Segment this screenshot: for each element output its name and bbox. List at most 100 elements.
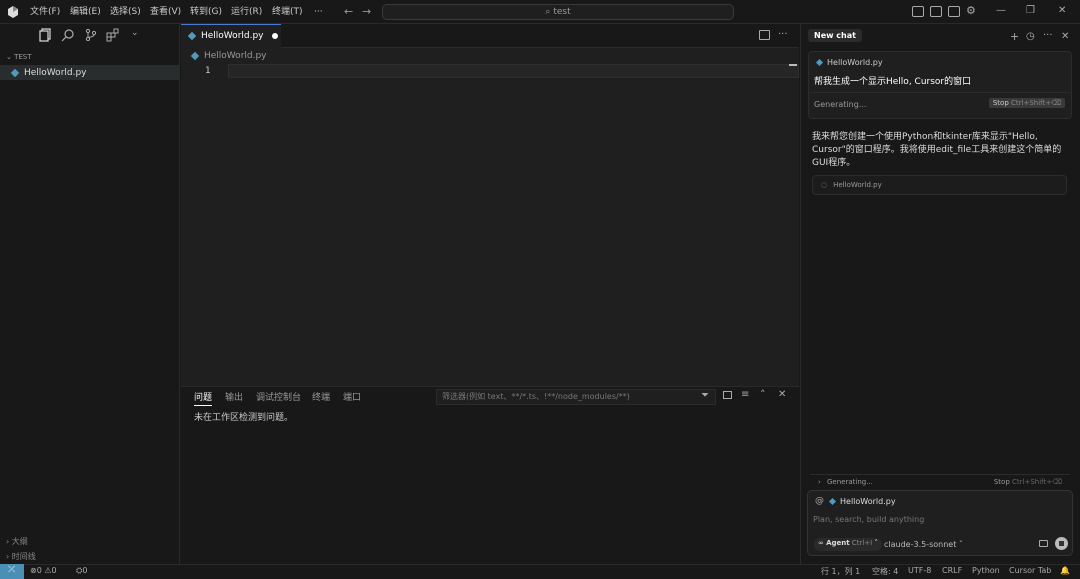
add-chat-icon[interactable]: +: [1010, 30, 1019, 43]
python-file-icon: [190, 51, 200, 60]
cursor-tab-status[interactable]: Cursor Tab: [1009, 566, 1051, 575]
chat-input-box[interactable]: @ HelloWorld.py Plan, search, build anyt…: [807, 490, 1073, 556]
infinity-icon: ∞: [818, 539, 827, 547]
explorer-section-header[interactable]: ⌄ TEST: [6, 53, 32, 61]
stop-square-icon: [1059, 541, 1064, 546]
more-icon[interactable]: ···: [1043, 30, 1053, 41]
python-file-icon: [815, 58, 824, 67]
stop-button[interactable]: Stop Ctrl+Shift+⌫: [988, 98, 1065, 108]
restore-icon[interactable]: ❐: [1026, 5, 1035, 16]
search-text: test: [553, 7, 571, 17]
breadcrumb[interactable]: HelloWorld.py: [190, 51, 267, 61]
input-file-chip[interactable]: HelloWorld.py: [828, 497, 896, 506]
forward-arrow-icon[interactable]: →: [362, 5, 371, 18]
file-name: HelloWorld.py: [24, 68, 87, 78]
collapse-all-icon[interactable]: [723, 391, 732, 399]
bottom-stop-shortcut: Ctrl+Shift+⌫: [1012, 478, 1062, 486]
warning-icon: ⚠: [44, 566, 52, 575]
warning-count: 0: [51, 566, 57, 575]
notifications-bell-icon[interactable]: 🔔: [1060, 566, 1070, 575]
ports-status[interactable]: ⛭0: [76, 566, 88, 576]
maximize-panel-icon[interactable]: ˄: [760, 388, 766, 401]
search-icon[interactable]: [61, 28, 75, 42]
user-message-card[interactable]: HelloWorld.py 帮我生成一个显示Hello, Cursor的窗口 G…: [808, 51, 1072, 119]
bottom-stop-button[interactable]: Stop Ctrl+Shift+⌫: [994, 478, 1062, 486]
command-search-input[interactable]: ⌕ test: [382, 4, 734, 20]
chevron-down-icon: ⌄: [6, 53, 15, 61]
generating-bar: › Generating... Stop Ctrl+Shift+⌫: [810, 474, 1070, 489]
problems-status[interactable]: ⊗0 ⚠0: [30, 566, 57, 575]
chevron-down-icon[interactable]: ⌄: [131, 28, 139, 38]
menu-terminal[interactable]: 终端(T): [272, 0, 303, 24]
history-icon[interactable]: ◷: [1026, 31, 1035, 42]
menu-view[interactable]: 查看(V): [150, 0, 181, 24]
minimize-icon[interactable]: —: [996, 5, 1006, 16]
timeline-section[interactable]: › 时间线: [6, 551, 36, 562]
settings-gear-icon[interactable]: ⚙: [966, 4, 976, 17]
editor-tab-bar: HelloWorld.py ···: [181, 24, 799, 48]
divider: [809, 92, 1071, 93]
close-panel-icon[interactable]: ✕: [778, 389, 786, 400]
breadcrumb-file: HelloWorld.py: [204, 51, 267, 61]
menu-more[interactable]: ···: [314, 0, 323, 24]
menu-edit[interactable]: 编辑(E): [70, 0, 101, 24]
toggle-sidebar-icon[interactable]: [912, 6, 924, 17]
toggle-panel-icon[interactable]: [930, 6, 942, 17]
explorer-icon[interactable]: [38, 28, 52, 42]
stop-shortcut: Ctrl+Shift+⌫: [1011, 99, 1061, 107]
outline-section[interactable]: › 大纲: [6, 536, 28, 547]
mode-selector[interactable]: ∞ Agent Ctrl+I ˄: [814, 538, 882, 551]
file-item-helloworld[interactable]: HelloWorld.py: [0, 65, 179, 80]
more-actions-icon[interactable]: ···: [778, 29, 788, 40]
tab-helloworld[interactable]: HelloWorld.py: [181, 24, 281, 48]
tab-output[interactable]: 输出: [225, 390, 243, 403]
toggle-secondary-sidebar-icon[interactable]: [948, 6, 960, 17]
outline-label: 大纲: [11, 537, 28, 546]
chat-tab-new-chat[interactable]: New chat: [808, 29, 862, 42]
context-file-name: HelloWorld.py: [827, 58, 883, 67]
tab-problems[interactable]: 问题: [194, 390, 213, 406]
unsaved-dot-icon[interactable]: [271, 32, 278, 39]
python-file-icon: [10, 68, 20, 77]
indentation[interactable]: 空格: 4: [872, 566, 898, 577]
language-mode[interactable]: Python: [972, 566, 1000, 575]
back-arrow-icon[interactable]: ←: [344, 5, 353, 18]
split-editor-icon[interactable]: [759, 30, 770, 40]
remote-icon: ⤫: [8, 565, 16, 575]
generating-status: Generating...: [814, 100, 867, 109]
tab-ports[interactable]: 端口: [343, 390, 361, 403]
close-window-icon[interactable]: ✕: [1058, 5, 1066, 16]
filter-icon[interactable]: ⏷: [701, 390, 709, 401]
image-upload-icon[interactable]: [1039, 540, 1048, 547]
menu-file[interactable]: 文件(F): [30, 0, 60, 24]
model-selector[interactable]: claude-3.5-sonnet ˇ: [884, 540, 963, 549]
error-icon: ⊗: [30, 566, 37, 575]
menu-selection[interactable]: 选择(S): [110, 0, 141, 24]
context-file-chip[interactable]: HelloWorld.py: [815, 58, 883, 67]
input-file-name: HelloWorld.py: [840, 497, 896, 506]
stop-generation-button[interactable]: [1055, 537, 1068, 550]
remote-indicator[interactable]: ⤫: [0, 564, 24, 579]
extensions-icon[interactable]: [106, 28, 120, 42]
tab-terminal[interactable]: 终端: [312, 390, 330, 403]
mention-at-icon[interactable]: @: [815, 496, 824, 506]
menu-run[interactable]: 运行(R): [231, 0, 262, 24]
python-file-icon: [187, 31, 197, 40]
current-line-highlight[interactable]: [228, 64, 799, 78]
tab-debug-console[interactable]: 调试控制台: [256, 390, 301, 403]
ports-count: 0: [82, 566, 88, 575]
encoding[interactable]: UTF-8: [908, 566, 931, 575]
cursor-position[interactable]: 行 1，列 1: [821, 566, 860, 577]
chevron-right-icon[interactable]: ›: [818, 478, 821, 486]
filter-placeholder: 筛选器(例如 text、**/*.ts、!**/node_modules/**): [442, 392, 630, 401]
file-edit-card[interactable]: ◌ HelloWorld.py: [812, 175, 1067, 195]
source-control-icon[interactable]: [84, 28, 98, 42]
close-chat-icon[interactable]: ✕: [1061, 31, 1069, 42]
bottom-stop-label: Stop: [993, 478, 1010, 486]
editor-area[interactable]: [181, 24, 799, 386]
menu-goto[interactable]: 转到(G): [190, 0, 222, 24]
view-as-list-icon[interactable]: ≡: [741, 389, 749, 400]
line-ending[interactable]: CRLF: [942, 566, 962, 575]
problems-filter-input[interactable]: 筛选器(例如 text、**/*.ts、!**/node_modules/**): [436, 389, 716, 405]
chat-input-placeholder[interactable]: Plan, search, build anything: [813, 515, 924, 524]
